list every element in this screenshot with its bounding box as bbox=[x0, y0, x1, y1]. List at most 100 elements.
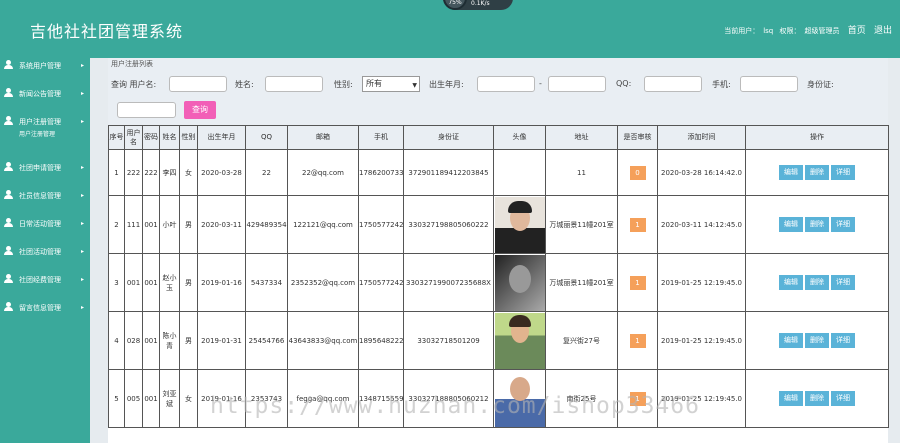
user-icon bbox=[4, 302, 13, 311]
delete-button[interactable]: 删除 bbox=[805, 333, 829, 348]
user-table: 序号 用户名 密码 姓名 性别 出生年月 QQ 邮箱 手机 身份证 头像 地址 是否审核 添加时间 操作 1… bbox=[108, 125, 889, 428]
sidebar-subitem[interactable]: 用户注册管理 bbox=[19, 129, 90, 141]
qq-input[interactable] bbox=[644, 76, 702, 92]
sidebar-item-label: 新闻公告管理 bbox=[19, 90, 61, 98]
cell-audit: 0 bbox=[617, 149, 658, 196]
gender-select-value: 所有 bbox=[366, 79, 382, 88]
cell-no: 2 bbox=[108, 195, 125, 254]
cell-no: 1 bbox=[108, 149, 125, 196]
sidebar-item-label: 社员信息管理 bbox=[19, 192, 61, 200]
cell-name: 小叶 bbox=[159, 195, 180, 254]
edit-button[interactable]: 编辑 bbox=[779, 333, 803, 348]
edit-button[interactable]: 编辑 bbox=[779, 217, 803, 232]
sidebar-item-label: 社团经费管理 bbox=[19, 276, 61, 284]
cell-actions: 编辑 删除 详细 bbox=[745, 253, 889, 312]
cell-username: 005 bbox=[124, 369, 143, 428]
edit-button[interactable]: 编辑 bbox=[779, 275, 803, 290]
column-header: 操作 bbox=[745, 125, 889, 150]
cell-actions: 编辑 删除 详细 bbox=[745, 149, 889, 196]
cell-idcard: 330327188805060212 bbox=[403, 369, 494, 428]
delete-button[interactable]: 删除 bbox=[805, 391, 829, 406]
search-bar: 查询 用户名: 姓名: 性别: 所有 ▼ 出生年月: - QQ: 手机: 身份证:… bbox=[108, 70, 888, 126]
cell-added: 2020-03-11 14:12:45.0 bbox=[657, 195, 746, 254]
phone-input[interactable] bbox=[740, 76, 798, 92]
detail-button[interactable]: 详细 bbox=[831, 217, 855, 232]
cell-qq: 2353743 bbox=[245, 369, 288, 428]
cell-added: 2020-03-28 16:14:42.0 bbox=[657, 149, 746, 196]
cell-avatar bbox=[493, 311, 546, 370]
detail-button[interactable]: 详细 bbox=[831, 275, 855, 290]
cell-email: 43643833@qq.com bbox=[287, 311, 359, 370]
cell-gender: 男 bbox=[179, 195, 198, 254]
cell-avatar bbox=[493, 369, 546, 428]
cell-birth: 2019-01-31 bbox=[197, 311, 246, 370]
name-input[interactable] bbox=[265, 76, 323, 92]
sidebar-item[interactable]: 留言信息管理 ▸ bbox=[0, 301, 90, 329]
sidebar-item[interactable]: 用户注册管理 ▸ 用户注册管理 bbox=[0, 115, 90, 161]
sidebar-item[interactable]: 社团活动管理 ▸ bbox=[0, 245, 90, 273]
sidebar-item-label: 日常活动管理 bbox=[19, 220, 61, 228]
idcard-input[interactable] bbox=[117, 102, 176, 118]
delete-button[interactable]: 删除 bbox=[805, 275, 829, 290]
cell-password: 001 bbox=[142, 369, 160, 428]
edit-button[interactable]: 编辑 bbox=[779, 165, 803, 180]
column-header: 出生年月 bbox=[197, 125, 246, 150]
caret-right-icon: ▸ bbox=[80, 62, 84, 69]
user-icon bbox=[4, 246, 13, 255]
username-input[interactable] bbox=[169, 76, 227, 92]
birth-start-input[interactable] bbox=[477, 76, 535, 92]
table-header-row: 序号 用户名 密码 姓名 性别 出生年月 QQ 邮箱 手机 身份证 头像 地址 是否审核 添加时间 操作 bbox=[108, 125, 889, 150]
detail-button[interactable]: 详细 bbox=[831, 165, 855, 180]
sidebar-item[interactable]: 社团经费管理 ▸ bbox=[0, 273, 90, 301]
cell-gender: 男 bbox=[179, 253, 198, 312]
cell-username: 028 bbox=[124, 311, 143, 370]
sidebar-item[interactable]: 社员信息管理 ▸ bbox=[0, 189, 90, 217]
avatar bbox=[494, 196, 545, 253]
cell-added: 2019-01-25 12:19:45.0 bbox=[657, 311, 746, 370]
cell-added: 2019-01-25 12:19:45.0 bbox=[657, 369, 746, 428]
caret-right-icon: ▸ bbox=[80, 164, 84, 171]
cell-email: 122121@qq.com bbox=[287, 195, 359, 254]
cell-idcard: 330327199007235688X bbox=[403, 253, 494, 312]
cell-birth: 2020-03-11 bbox=[197, 195, 246, 254]
audit-badge: 1 bbox=[629, 333, 646, 348]
logout-link[interactable]: 退出 bbox=[874, 26, 892, 36]
sidebar-item-label: 社团申请管理 bbox=[19, 164, 61, 172]
delete-button[interactable]: 删除 bbox=[805, 217, 829, 232]
cell-avatar bbox=[493, 149, 546, 196]
detail-button[interactable]: 详细 bbox=[831, 333, 855, 348]
cell-address: 万城丽景11幢201室 bbox=[545, 253, 618, 312]
edit-button[interactable]: 编辑 bbox=[779, 391, 803, 406]
table-row: 4 028 001 陈小青男 2019-01-31 25454766 43643833@qq… bbox=[108, 311, 889, 370]
sidebar-item[interactable]: 系统用户管理 ▸ bbox=[0, 59, 90, 87]
birth-range-separator: - bbox=[539, 79, 542, 88]
cell-actions: 编辑 删除 详细 bbox=[745, 369, 889, 428]
column-header: 邮箱 bbox=[287, 125, 359, 150]
cell-avatar bbox=[493, 195, 546, 254]
gender-label: 性别: bbox=[334, 80, 353, 89]
cell-name: 李四 bbox=[159, 149, 180, 196]
cell-name: 刘亚斌 bbox=[159, 369, 180, 428]
query-button[interactable]: 查询 bbox=[184, 101, 216, 119]
birth-end-input[interactable] bbox=[548, 76, 606, 92]
qq-label: QQ: bbox=[616, 79, 632, 88]
cell-gender: 女 bbox=[179, 149, 198, 196]
cell-email: fegga@qq.com bbox=[287, 369, 359, 428]
cell-birth: 2020-03-28 bbox=[197, 149, 246, 196]
column-header: QQ bbox=[245, 125, 288, 150]
detail-button[interactable]: 详细 bbox=[831, 391, 855, 406]
sidebar-item[interactable]: 社团申请管理 ▸ bbox=[0, 161, 90, 189]
caret-right-icon: ▸ bbox=[80, 276, 84, 283]
content-panel: 用户注册列表 查询 用户名: 姓名: 性别: 所有 ▼ 出生年月: - QQ: 手… bbox=[108, 58, 889, 443]
cell-avatar bbox=[493, 253, 546, 312]
cell-actions: 编辑 删除 详细 bbox=[745, 311, 889, 370]
sidebar-item[interactable]: 新闻公告管理 ▸ bbox=[0, 87, 90, 115]
sidebar-item-label: 留言信息管理 bbox=[19, 304, 61, 312]
home-link[interactable]: 首页 bbox=[848, 26, 866, 36]
sidebar-item[interactable]: 日常活动管理 ▸ bbox=[0, 217, 90, 245]
delete-button[interactable]: 删除 bbox=[805, 165, 829, 180]
cell-phone: 17505772420 bbox=[358, 253, 404, 312]
cell-password: 001 bbox=[142, 253, 160, 312]
gender-select[interactable]: 所有 ▼ bbox=[362, 76, 420, 92]
cell-gender: 女 bbox=[179, 369, 198, 428]
